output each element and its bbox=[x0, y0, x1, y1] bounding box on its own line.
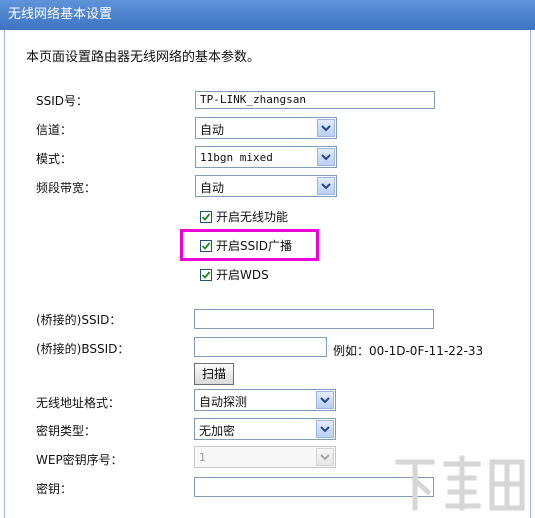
chevron-down-icon[interactable] bbox=[317, 119, 335, 137]
bridge-ssid-label: (桥接的)SSID： bbox=[36, 313, 122, 327]
bandwidth-value: 自动 bbox=[200, 181, 225, 195]
channel-select[interactable]: 自动 bbox=[195, 117, 337, 139]
enable-ssid-broadcast-label: 开启SSID广播 bbox=[216, 239, 293, 253]
bssid-example: 例如：00-1D-0F-11-22-33 bbox=[333, 344, 484, 358]
checkmark-icon bbox=[201, 270, 211, 279]
bridge-bssid-label: (桥接的)BSSID： bbox=[36, 342, 130, 356]
bridge-bssid-input[interactable] bbox=[194, 337, 327, 357]
page-title: 无线网络基本设置 bbox=[8, 7, 113, 22]
enable-ssid-broadcast-checkbox[interactable]: 开启SSID广播 bbox=[200, 237, 292, 254]
key-type-label: 密钥类型： bbox=[36, 424, 97, 438]
bridge-ssid-input[interactable] bbox=[194, 309, 434, 329]
chevron-down-icon[interactable] bbox=[317, 148, 335, 166]
key-label: 密钥： bbox=[36, 482, 73, 496]
checkbox-box[interactable] bbox=[200, 210, 212, 223]
chevron-down-icon[interactable] bbox=[316, 420, 334, 438]
chevron-down-icon bbox=[316, 448, 334, 466]
mac-format-label: 无线地址格式： bbox=[36, 396, 121, 410]
checkmark-icon bbox=[201, 241, 211, 250]
wep-index-select[interactable]: 1 bbox=[194, 446, 336, 468]
mode-label: 模式： bbox=[36, 152, 73, 166]
watermark-logo bbox=[395, 455, 525, 511]
key-type-value: 无加密 bbox=[199, 424, 236, 438]
mode-value: 11bgn mixed bbox=[200, 151, 273, 164]
enable-wireless-checkbox[interactable]: 开启无线功能 bbox=[200, 208, 288, 225]
mac-format-value: 自动探测 bbox=[199, 395, 248, 409]
enable-wireless-label: 开启无线功能 bbox=[216, 210, 289, 224]
scan-button[interactable]: 扫描 bbox=[194, 363, 234, 385]
wep-index-label: WEP密钥序号： bbox=[36, 453, 123, 467]
checkmark-icon bbox=[201, 212, 211, 221]
ssid-input[interactable]: TP-LINK_zhangsan bbox=[195, 91, 435, 109]
mac-format-select[interactable]: 自动探测 bbox=[194, 389, 336, 411]
bandwidth-select[interactable]: 自动 bbox=[195, 175, 337, 197]
enable-wds-checkbox[interactable]: 开启WDS bbox=[200, 266, 269, 283]
key-type-select[interactable]: 无加密 bbox=[194, 418, 336, 440]
mode-select[interactable]: 11bgn mixed bbox=[195, 146, 337, 168]
channel-value: 自动 bbox=[200, 123, 225, 137]
enable-wds-label: 开启WDS bbox=[216, 268, 269, 282]
checkbox-box[interactable] bbox=[200, 239, 212, 252]
chevron-down-icon[interactable] bbox=[317, 177, 335, 195]
ssid-label: SSID号： bbox=[36, 94, 89, 108]
wep-index-value: 1 bbox=[199, 451, 206, 464]
page-header: 无线网络基本设置 bbox=[0, 0, 535, 30]
bandwidth-label: 频段带宽： bbox=[36, 181, 97, 195]
page-description: 本页面设置路由器无线网络的基本参数。 bbox=[26, 50, 261, 65]
channel-label: 信道： bbox=[36, 123, 73, 137]
chevron-down-icon[interactable] bbox=[316, 391, 334, 409]
checkbox-box[interactable] bbox=[200, 268, 212, 281]
